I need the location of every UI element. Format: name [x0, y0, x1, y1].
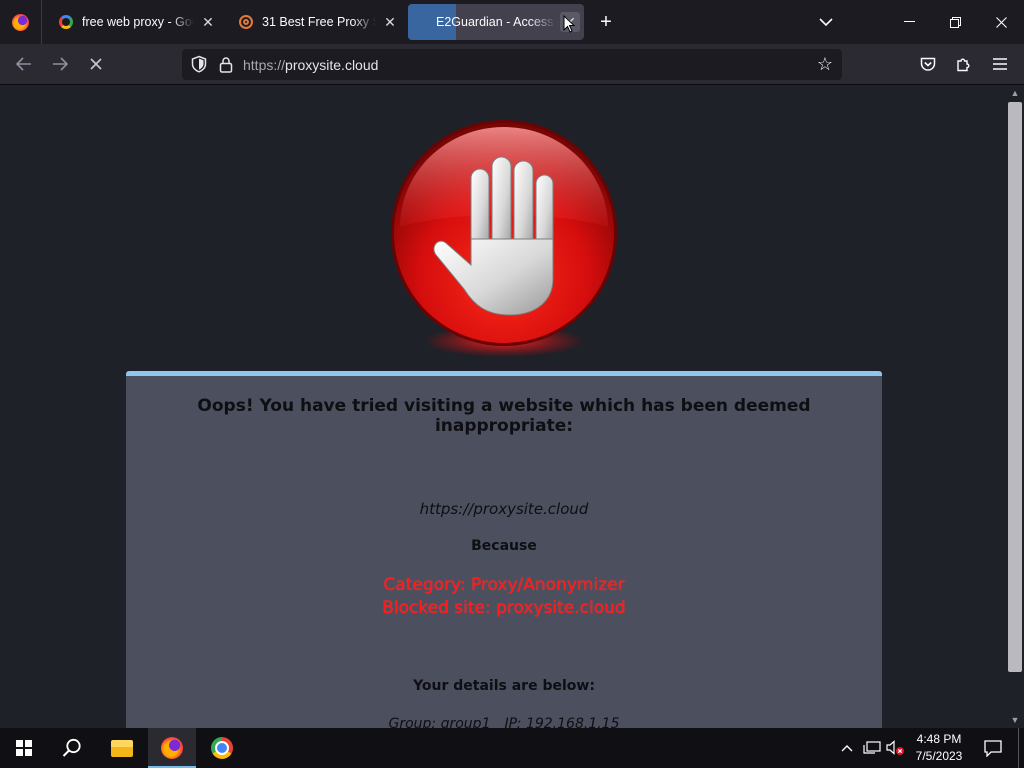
- clock-time: 4:48 PM: [916, 732, 962, 746]
- windows-logo-icon: [16, 740, 32, 756]
- back-button[interactable]: [10, 50, 38, 78]
- bookmark-star-icon[interactable]: ☆: [814, 53, 836, 75]
- restore-icon: [949, 16, 961, 28]
- network-tray-button[interactable]: [862, 728, 882, 768]
- pocket-button[interactable]: [914, 50, 942, 78]
- spiral-favicon-icon: [238, 14, 254, 30]
- tab-title: free web proxy - Google Search: [82, 15, 194, 29]
- access-denied-panel: Oops! You have tried visiting a website …: [126, 371, 882, 728]
- file-explorer-taskbar-button[interactable]: [98, 728, 146, 768]
- lock-icon[interactable]: [218, 56, 234, 73]
- show-hidden-icons-button[interactable]: [838, 728, 856, 768]
- close-window-button[interactable]: [978, 0, 1024, 44]
- tab-title: 31 Best Free Proxy Sites: [262, 15, 376, 29]
- restore-button[interactable]: [932, 0, 978, 44]
- folder-icon: [111, 739, 133, 757]
- extensions-button[interactable]: [950, 50, 978, 78]
- details-heading: Your details are below:: [413, 678, 595, 694]
- chrome-icon: [211, 737, 233, 759]
- chevron-down-icon: [819, 17, 833, 26]
- scroll-up-arrow-icon[interactable]: ▲: [1006, 85, 1024, 101]
- scrollbar-thumb[interactable]: [1008, 102, 1022, 672]
- chevron-up-icon: [841, 745, 853, 752]
- google-icon: [58, 14, 74, 30]
- minimize-icon: [903, 21, 915, 22]
- chrome-taskbar-button[interactable]: [198, 728, 246, 768]
- firefox-view-button[interactable]: [0, 0, 42, 44]
- mouse-cursor-icon: [563, 15, 575, 33]
- minimize-button[interactable]: [886, 0, 932, 44]
- denied-headline: Oops! You have tried visiting a website …: [197, 396, 811, 436]
- windows-taskbar: 4:48 PM 7/5/2023: [0, 728, 1024, 768]
- url-host: proxysite.cloud: [285, 57, 379, 73]
- because-label: Because: [471, 538, 537, 554]
- forward-button[interactable]: [46, 50, 74, 78]
- arrow-right-icon: [53, 57, 68, 71]
- reason-site: Blocked site: proxysite.cloud: [382, 598, 626, 618]
- tab-google-search[interactable]: free web proxy - Google Search ✕: [46, 4, 222, 40]
- stop-icon: [90, 58, 102, 70]
- volume-tray-button[interactable]: [885, 728, 907, 768]
- close-tab-icon[interactable]: ✕: [198, 12, 218, 32]
- app-menu-button[interactable]: [986, 50, 1014, 78]
- start-button[interactable]: [0, 728, 48, 768]
- speaker-muted-icon: [886, 740, 904, 755]
- new-tab-button[interactable]: +: [594, 10, 618, 34]
- hamburger-menu-icon: [993, 58, 1007, 70]
- tab-title: E2Guardian - Access Denied: [436, 15, 556, 29]
- page-scrollbar[interactable]: ▲ ▼: [1006, 85, 1024, 728]
- user-group: Group: group1: [388, 716, 491, 728]
- url-scheme: https://: [243, 57, 286, 73]
- firefox-icon: [161, 737, 183, 759]
- tab-e2guardian[interactable]: E2Guardian - Access Denied ✕: [408, 4, 584, 40]
- block-reason: Category: Proxy/Anonymizer Blocked site:…: [126, 574, 882, 620]
- network-monitor-icon: [863, 741, 881, 754]
- scroll-down-arrow-icon[interactable]: ▼: [1006, 712, 1024, 728]
- system-clock[interactable]: 4:48 PM 7/5/2023: [908, 731, 970, 765]
- blocked-url: https://proxysite.cloud: [419, 500, 589, 518]
- firefox-icon: [12, 13, 29, 31]
- clock-date: 7/5/2023: [915, 749, 963, 763]
- page-content: Oops! You have tried visiting a website …: [0, 85, 1006, 728]
- reason-category: Category: Proxy/Anonymizer: [383, 575, 625, 595]
- notification-icon: [984, 739, 1002, 757]
- puzzle-piece-icon: [957, 58, 970, 72]
- close-tab-icon[interactable]: ✕: [380, 12, 400, 32]
- tab-proxy-sites[interactable]: 31 Best Free Proxy Sites ✕: [226, 4, 404, 40]
- tracking-protection-shield-icon[interactable]: [190, 55, 208, 73]
- taskbar-search-button[interactable]: [48, 728, 96, 768]
- tab-strip: free web proxy - Google Search ✕ 31 Best…: [0, 0, 1024, 44]
- navigation-toolbar: https://proxysite.cloud ☆: [0, 44, 1024, 85]
- url-text[interactable]: https://proxysite.cloud: [243, 57, 378, 73]
- stop-loading-button[interactable]: [82, 50, 110, 78]
- user-ip: IP: 192.168.1.15: [504, 716, 620, 728]
- show-desktop-button[interactable]: [1018, 728, 1024, 768]
- arrow-left-icon: [16, 57, 31, 71]
- pocket-icon: [920, 57, 936, 71]
- stop-hand-icon: [391, 120, 617, 357]
- firefox-taskbar-button[interactable]: [148, 728, 196, 768]
- action-center-button[interactable]: [978, 728, 1008, 768]
- user-details: Group: group1 IP: 192.168.1.15: [126, 716, 882, 728]
- address-bar[interactable]: https://proxysite.cloud ☆: [182, 49, 842, 80]
- search-icon: [62, 738, 81, 757]
- list-all-tabs-button[interactable]: [814, 10, 838, 34]
- close-icon: [995, 16, 1007, 28]
